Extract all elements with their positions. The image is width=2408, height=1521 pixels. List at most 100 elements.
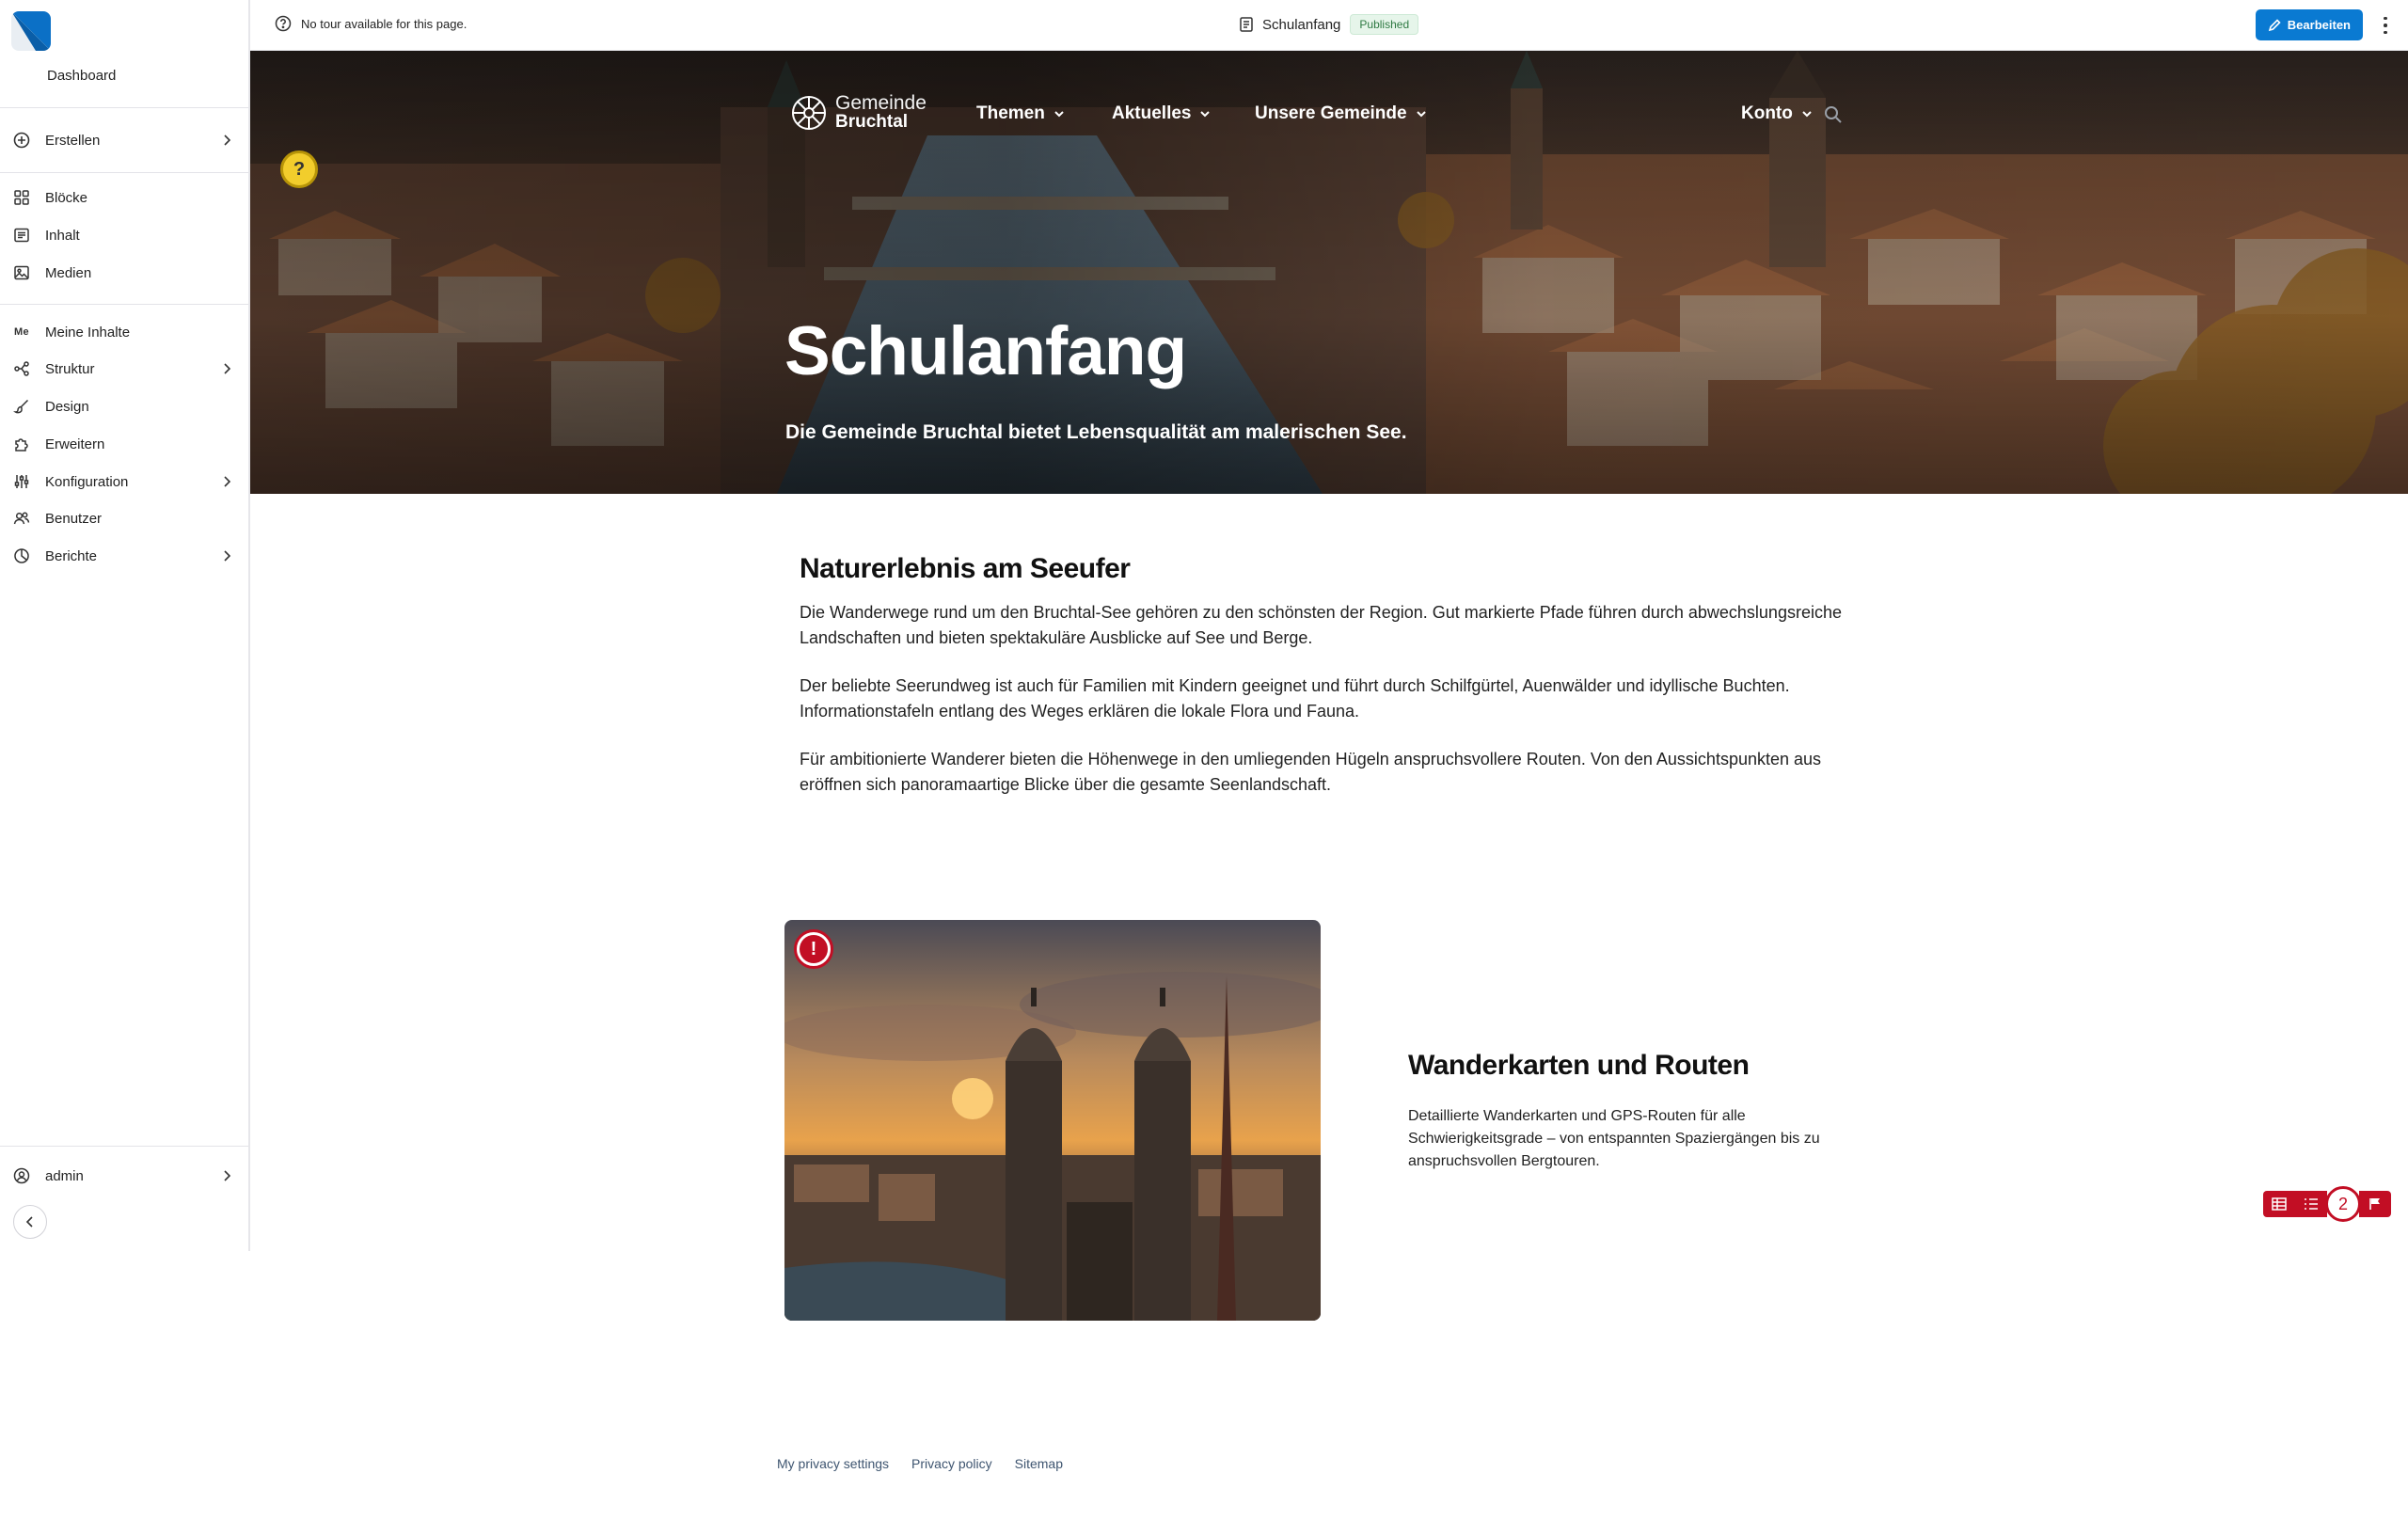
chevron-right-icon [218, 547, 235, 564]
sidebar-item-label: Struktur [45, 360, 95, 377]
nav-konto[interactable]: Konto [1741, 103, 1814, 124]
site-brand[interactable]: Gemeinde Bruchtal [790, 92, 927, 132]
nav-label: Unsere Gemeinde [1255, 103, 1407, 123]
sidebar-item-konfiguration[interactable]: Konfiguration [11, 466, 235, 498]
chevron-down-icon [1415, 107, 1428, 120]
chevron-right-icon [218, 473, 235, 490]
tour-notice[interactable]: No tour available for this page. [275, 15, 467, 32]
card-text: Detaillierte Wanderkarten und GPS-Routen… [1408, 1108, 1820, 1169]
page-title: Schulanfang [1262, 16, 1341, 33]
sidebar-item-label: Meine Inhalte [45, 324, 131, 341]
divider [0, 304, 248, 305]
card-title: Wanderkarten und Routen [1408, 1050, 1750, 1081]
issue-count-badge[interactable]: 2 [2325, 1186, 2361, 1222]
content-icon [11, 225, 32, 246]
chevron-right-icon [218, 132, 235, 149]
sidebar-item-label: Benutzer [45, 510, 103, 527]
pencil-icon [2268, 18, 2281, 32]
chevron-right-icon [218, 1167, 235, 1184]
divider [0, 172, 248, 173]
plus-circle-icon [11, 130, 32, 151]
sidebar-item-label: Medien [45, 264, 92, 281]
sidebar-item-inhalt[interactable]: Inhalt [11, 219, 235, 251]
footer-link-sitemap[interactable]: Sitemap [1015, 1456, 1063, 1471]
user-circle-icon [11, 1165, 32, 1186]
card-image [784, 920, 1321, 1321]
sliders-icon [11, 471, 32, 492]
tour-text: No tour available for this page. [301, 16, 467, 31]
me-icon: Me [14, 326, 29, 338]
sidebar-item-erstellen[interactable]: Erstellen [11, 124, 235, 156]
nav-label: Konto [1741, 103, 1793, 123]
blocks-icon [11, 187, 32, 208]
hero-subtitle: Die Gemeinde Bruchtal bietet Lebensquali… [785, 421, 1407, 443]
footer-link-privacy-policy[interactable]: Privacy policy [911, 1456, 992, 1471]
flag-icon[interactable] [2359, 1191, 2391, 1217]
sidebar-item-label: Konfiguration [45, 473, 129, 490]
footer-link-privacy-settings[interactable]: My privacy settings [777, 1456, 889, 1471]
divider [0, 1146, 248, 1147]
footer-links: My privacy settings Privacy policy Sitem… [777, 1456, 1063, 1471]
chevron-left-icon [25, 1216, 33, 1228]
list-check-icon[interactable] [2295, 1191, 2327, 1217]
sidebar-item-berichte[interactable]: Berichte [11, 540, 235, 572]
sidebar-item-meine-inhalte[interactable]: Me Meine Inhalte [11, 316, 235, 348]
edit-label: Bearbeiten [2287, 18, 2351, 32]
reports-icon [11, 546, 32, 566]
municipal-seal-icon [790, 94, 828, 132]
nav-label: Themen [976, 103, 1045, 123]
edit-button[interactable]: Bearbeiten [2255, 9, 2363, 40]
sidebar-item-label: Erweitern [45, 436, 105, 452]
sidebar-item-medien[interactable]: Medien [11, 257, 235, 289]
accessibility-alert-marker[interactable]: ! [794, 929, 833, 969]
brand-line1: Gemeinde [835, 92, 927, 114]
paragraph-3: Für ambitionierte Wanderer bieten die Hö… [800, 750, 1822, 794]
puzzle-icon [11, 434, 32, 454]
status-badge: Published [1350, 14, 1419, 35]
sidebar-item-label: Berichte [45, 547, 98, 564]
nav-aktuelles[interactable]: Aktuelles [1112, 103, 1212, 124]
media-icon [11, 262, 32, 283]
nav-themen[interactable]: Themen [976, 103, 1066, 124]
chevron-down-icon [1198, 107, 1212, 120]
alert-text: ! [800, 935, 828, 963]
sidebar-item-bloecke[interactable]: Blöcke [11, 182, 235, 214]
sidebar-item-label: Design [45, 398, 89, 415]
users-icon [11, 508, 32, 529]
user-name: admin [45, 1167, 84, 1184]
accessibility-toolbar: 2 [2263, 1186, 2391, 1222]
nav-label: Aktuelles [1112, 103, 1192, 123]
paintbrush-icon [11, 396, 32, 417]
sidebar-item-label: Inhalt [45, 227, 80, 244]
sidebar-item-design[interactable]: Design [11, 390, 235, 422]
divider [0, 107, 248, 108]
sidebar-item-benutzer[interactable]: Benutzer [11, 502, 235, 534]
more-options-icon[interactable] [2376, 12, 2395, 39]
brand-line2: Bruchtal [835, 112, 909, 132]
sidebar-item-struktur[interactable]: Struktur [11, 353, 235, 385]
hero-banner: ? Gemeinde Bruchtal Themen Aktuelles Uns… [250, 51, 2408, 494]
dashboard-link[interactable]: Dashboard [47, 68, 116, 84]
section-heading: Naturerlebnis am Seeufer [800, 553, 1131, 584]
table-icon[interactable] [2263, 1191, 2295, 1217]
nav-unsere-gemeinde[interactable]: Unsere Gemeinde [1255, 103, 1428, 124]
chevron-right-icon [218, 360, 235, 377]
document-icon [1238, 16, 1255, 33]
page-title-area: Schulanfang Published [1238, 14, 1419, 35]
sidebar-item-label: Blöcke [45, 189, 88, 206]
hero-title: Schulanfang [784, 313, 1187, 389]
sidebar-item-label: Erstellen [45, 132, 101, 149]
search-icon[interactable] [1823, 104, 1844, 125]
sidebar-item-erweitern[interactable]: Erweitern [11, 428, 235, 460]
paragraph-1: Die Wanderwege rund um den Bruchtal-See … [800, 603, 1842, 647]
chevron-down-icon [1053, 107, 1066, 120]
user-menu[interactable]: admin [11, 1160, 235, 1192]
collapse-sidebar-button[interactable] [13, 1205, 47, 1239]
help-marker[interactable]: ? [280, 151, 318, 188]
paragraph-2: Der beliebte Seerundweg ist auch für Fam… [800, 676, 1790, 721]
chevron-down-icon [1800, 107, 1814, 120]
structure-icon [11, 358, 32, 379]
top-bar: No tour available for this page. Schulan… [250, 0, 2408, 51]
help-circle-icon [275, 15, 292, 32]
drupal-logo[interactable] [11, 11, 51, 51]
